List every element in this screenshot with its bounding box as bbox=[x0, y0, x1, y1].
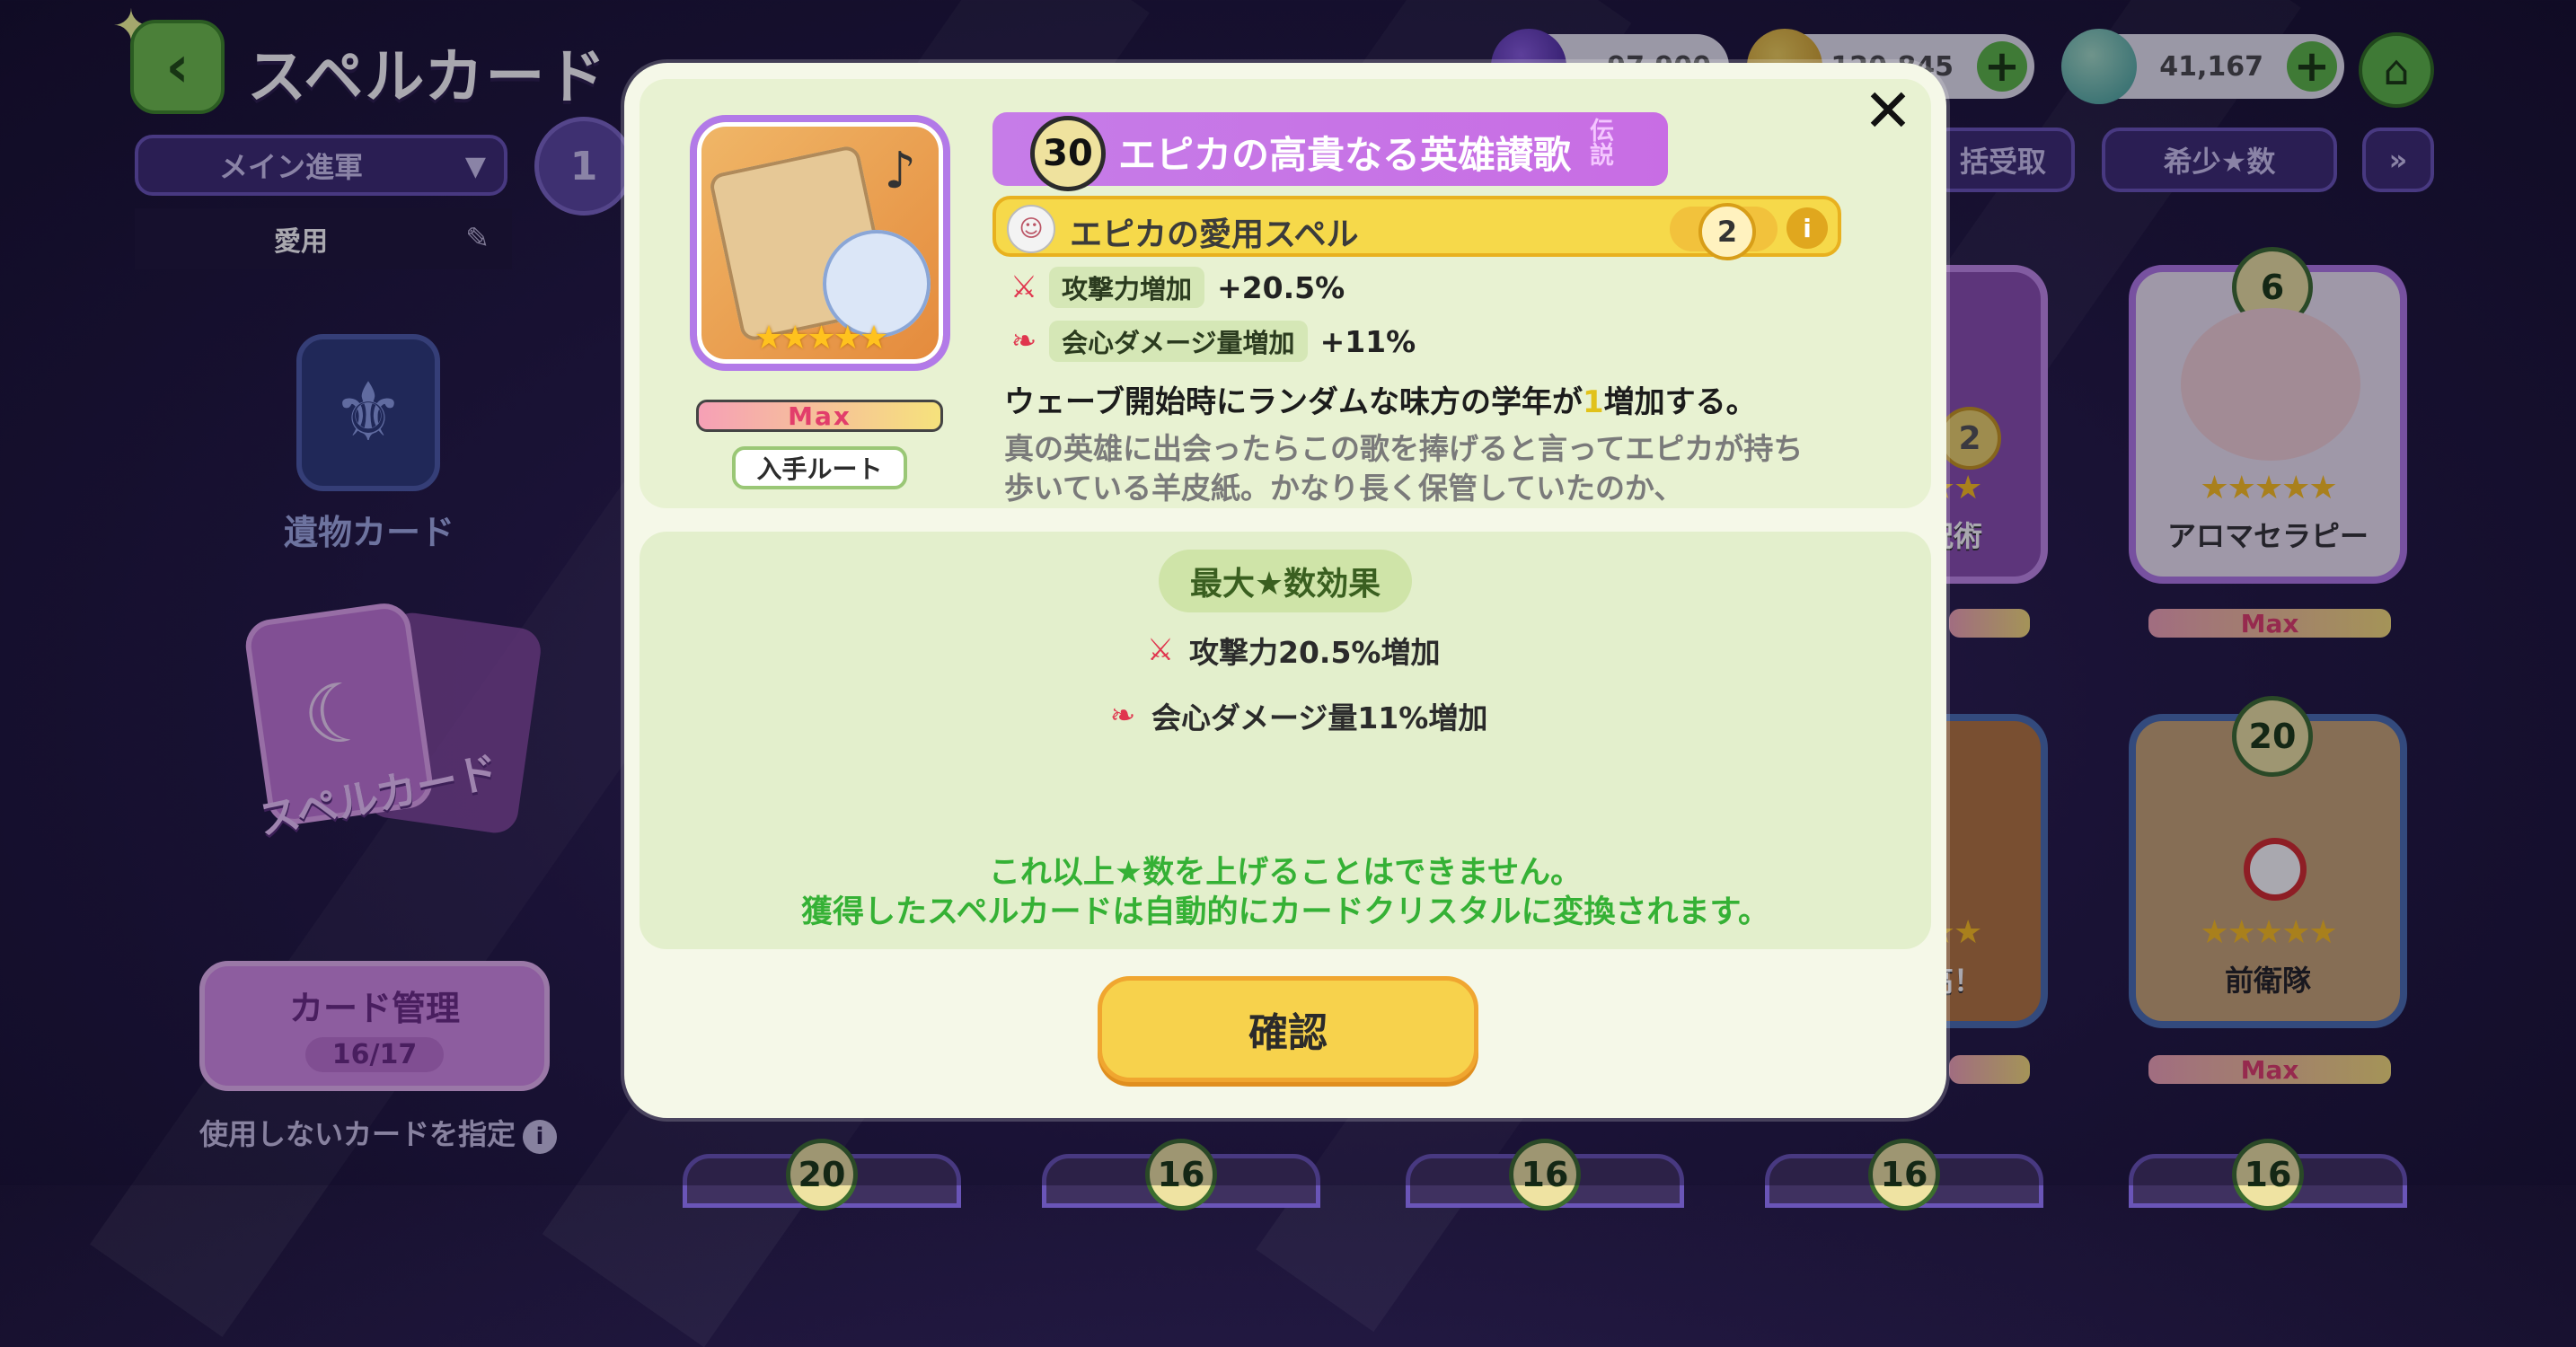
stat-value: +20.5% bbox=[1217, 269, 1345, 305]
max-effect-row: ❧ 会心ダメージ量11%増加 bbox=[1103, 694, 1488, 737]
favorite-spell-bar: ☺ エピカの愛用スペル 2 i bbox=[992, 196, 1841, 260]
stat-row: ⚔ 攻撃力増加 +20.5% bbox=[1004, 265, 1345, 310]
rarity-label: 伝説 bbox=[1585, 118, 1613, 166]
attack-up-icon: ⚔ bbox=[1146, 632, 1175, 668]
card-title-bar: 30 エピカの高貴なる英雄讃歌 伝説 bbox=[992, 112, 1668, 191]
effect-text-part: ウェーブ開始時にランダムな味方の学年が bbox=[1004, 384, 1583, 420]
confirm-button[interactable]: 確認 bbox=[1098, 976, 1478, 1082]
stat-value: +11% bbox=[1319, 323, 1416, 359]
notice-line: 獲得したスペルカードは自動的にカードクリスタルに変換されます。 bbox=[800, 894, 1769, 930]
attack-up-icon: ⚔ bbox=[1010, 269, 1038, 305]
card-stars: ★★★★★ bbox=[754, 320, 888, 357]
close-button[interactable]: ✕ bbox=[1859, 76, 1917, 145]
max-badge: Max bbox=[696, 400, 943, 432]
max-effect-row: ⚔ 攻撃力20.5%増加 bbox=[1141, 629, 1441, 672]
max-notice: これ以上★数を上げることはできません。 獲得したスペルカードは自動的にカードクリ… bbox=[640, 853, 1931, 932]
spell-card-artwork: ♪ ★★★★★ bbox=[690, 115, 950, 371]
info-icon[interactable]: i bbox=[1786, 207, 1828, 249]
notice-line: これ以上★数を上げることはできません。 bbox=[988, 855, 1583, 891]
acquisition-route-button[interactable]: 入手ルート bbox=[732, 446, 907, 489]
card-effect-text: ウェーブ開始時にランダムな味方の学年が1増加する。 bbox=[1004, 377, 1757, 421]
crit-damage-icon: ❧ bbox=[1109, 698, 1136, 734]
max-effect-text: 会心ダメージ量11%増加 bbox=[1151, 700, 1488, 735]
effect-number: 1 bbox=[1582, 384, 1604, 420]
close-icon: ✕ bbox=[1863, 76, 1913, 145]
max-effect-text: 攻撃力20.5%増加 bbox=[1189, 635, 1441, 670]
card-title: エピカの高貴なる英雄讃歌 bbox=[1118, 133, 1572, 177]
favorite-spell-label: エピカの愛用スペル bbox=[1070, 216, 1359, 253]
max-effect-title: 最大★数効果 bbox=[1159, 550, 1412, 612]
card-description[interactable]: 真の英雄に出会ったらこの歌を捧げると言ってエピカが持ち歩いている羊皮紙。かなり長… bbox=[1004, 429, 1831, 506]
character-avatar-icon: ☺ bbox=[1007, 205, 1055, 253]
stat-row: ❧ 会心ダメージ量増加 +11% bbox=[1004, 319, 1416, 364]
crit-damage-icon: ❧ bbox=[1010, 323, 1037, 359]
card-level-badge: 30 bbox=[1030, 116, 1106, 191]
favorite-level-badge: 2 bbox=[1698, 203, 1756, 260]
stat-name: 会心ダメージ量増加 bbox=[1049, 321, 1308, 362]
effect-text-part: 増加する。 bbox=[1603, 384, 1757, 420]
stat-name: 攻撃力増加 bbox=[1049, 267, 1205, 308]
music-note-icon: ♪ bbox=[884, 142, 916, 200]
